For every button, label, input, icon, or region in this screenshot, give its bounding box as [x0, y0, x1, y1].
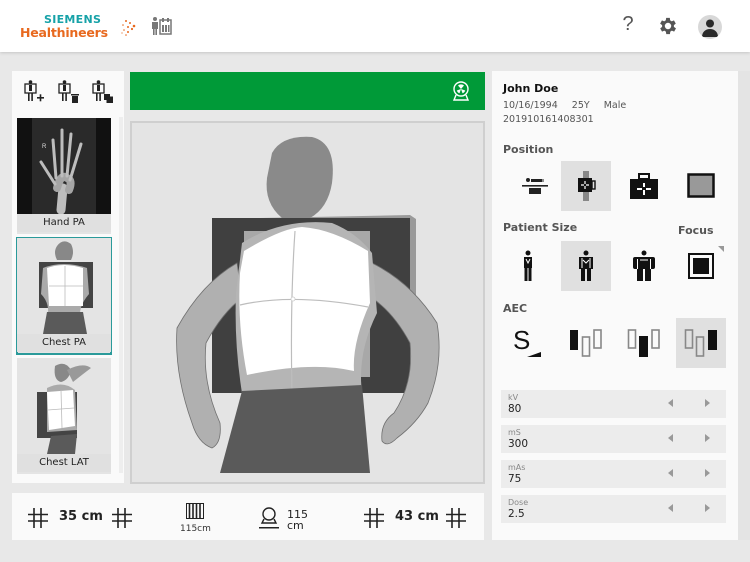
thumbnail-label: Chest LAT: [17, 454, 111, 472]
collimator-width-right-icon[interactable]: [112, 508, 132, 528]
patient-large-icon: [633, 250, 655, 281]
help-button[interactable]: ?: [618, 13, 638, 37]
positioning-viewer: [130, 121, 485, 484]
aec-center-chamber-icon: [627, 329, 660, 357]
aec-sensitivity-button[interactable]: S: [503, 318, 553, 368]
thumbnail-label: Hand PA: [17, 214, 111, 232]
grid-label: 115cm: [180, 524, 211, 534]
parameter-value: 2.5: [508, 508, 525, 520]
parameter-label: mAs: [508, 463, 526, 472]
decrease-mas-button[interactable]: [668, 469, 673, 477]
focus-heading: Focus: [678, 224, 714, 237]
patient-name: John Doe: [503, 82, 559, 95]
patient-age: 25Y: [571, 100, 590, 111]
wall-stand-position-icon: [578, 171, 596, 201]
aec-sensitivity-label: S: [513, 327, 530, 355]
user-avatar-icon: [702, 19, 718, 37]
aec-heading: AEC: [503, 302, 528, 315]
user-avatar-button[interactable]: [698, 15, 722, 39]
patient-small-icon: [524, 250, 532, 281]
sid-unit: cm: [287, 519, 304, 532]
exam-settings-panel: John Doe 10/16/1994 25Y Male 20191016140…: [492, 71, 738, 540]
brand-bottom: Healthineers: [20, 25, 108, 40]
aec-left-chamber-icon: [570, 329, 602, 357]
parameter-ms[interactable]: mS 300: [501, 425, 726, 453]
patient-id: 201910161408301: [503, 114, 594, 125]
delete-exam-icon[interactable]: [56, 79, 80, 105]
parameter-label: Dose: [508, 498, 529, 507]
position-portable-button[interactable]: [619, 161, 669, 211]
panel-scrollbar[interactable]: [738, 71, 750, 540]
decrease-kv-button[interactable]: [668, 399, 673, 407]
patient-size-medium-button[interactable]: [561, 241, 611, 291]
increase-kv-button[interactable]: [705, 399, 710, 407]
table-position-icon: [522, 178, 548, 194]
parameter-value: 75: [508, 473, 522, 485]
patient-size-small-button[interactable]: [503, 241, 553, 291]
center-crosshair: [290, 296, 296, 302]
siemens-healthineers-logo: SIEMENS Healthineers: [20, 13, 136, 41]
patient-exam-icon[interactable]: [150, 16, 172, 36]
collimator-height-right-icon[interactable]: [446, 508, 466, 528]
geometry-bar: 35 cm 115cm 115 cm 43 cm: [12, 493, 484, 540]
parameter-label: mS: [508, 428, 521, 437]
copy-exam-icon[interactable]: [90, 79, 114, 105]
parameter-mas[interactable]: mAs 75: [501, 460, 726, 488]
aec-center-chamber-button[interactable]: [619, 318, 669, 368]
collimation-height-value: 43 cm: [395, 509, 439, 524]
patient-info: 10/16/1994 25Y Male: [503, 100, 637, 111]
position-heading: Position: [503, 143, 554, 156]
parameter-kv[interactable]: kV 80: [501, 390, 726, 418]
aec-left-chamber-button[interactable]: [561, 318, 611, 368]
exam-tools: [12, 79, 124, 105]
sidebar-scrollbar[interactable]: [119, 117, 123, 473]
large-focus-icon: [688, 253, 714, 279]
patient-sex: Male: [603, 100, 627, 111]
hand-marker: R: [42, 144, 47, 150]
patient-medium-icon: [579, 250, 593, 281]
thumbnail-chest-pa[interactable]: Chest PA: [16, 237, 112, 355]
parameter-value: 300: [508, 438, 529, 450]
thumbnail-label: Chest PA: [17, 334, 111, 352]
collimation-width-value: 35 cm: [59, 509, 103, 524]
position-free-detector-button[interactable]: [676, 161, 726, 211]
free-detector-icon: [687, 173, 715, 198]
parameter-value: 80: [508, 403, 522, 415]
gear-icon[interactable]: [657, 15, 679, 37]
grid-icon[interactable]: [186, 503, 204, 519]
chest-pa-illustration: [17, 238, 111, 334]
parameter-label: kV: [508, 393, 519, 402]
position-table-button[interactable]: [510, 161, 560, 211]
focus-dropdown-indicator[interactable]: [718, 246, 724, 252]
hand-xray-image: R: [17, 118, 111, 214]
decrease-dose-button[interactable]: [668, 504, 673, 512]
position-wall-stand-button[interactable]: [561, 161, 611, 211]
increase-mas-button[interactable]: [705, 469, 710, 477]
brand-dots-icon: [121, 20, 136, 36]
sid-tube-icon[interactable]: [258, 506, 280, 530]
aec-right-chamber-button[interactable]: [676, 318, 726, 368]
patient-dob: 10/16/1994: [503, 100, 558, 111]
collimator-width-left-icon[interactable]: [28, 508, 48, 528]
aec-sensitivity-icon: S: [513, 327, 541, 357]
exposure-ready-bar: [130, 72, 485, 110]
increase-ms-button[interactable]: [705, 434, 710, 442]
sid-value: 115 cm: [287, 509, 308, 531]
parameter-dose[interactable]: Dose 2.5: [501, 495, 726, 523]
radiation-tube-icon[interactable]: [450, 80, 472, 102]
portable-detector-icon: [630, 173, 658, 199]
patient-size-heading: Patient Size: [503, 221, 578, 234]
thumbnail-hand-pa[interactable]: R Hand PA: [17, 118, 111, 234]
aec-right-chamber-icon: [684, 329, 717, 357]
chest-pa-positioning-illustration: [132, 123, 483, 482]
exam-sidebar: R Hand PA Chest PA Chest LAT: [12, 71, 124, 483]
chest-lat-illustration: [17, 358, 111, 454]
add-exam-icon[interactable]: [22, 79, 46, 105]
decrease-ms-button[interactable]: [668, 434, 673, 442]
top-bar: SIEMENS Healthineers ?: [0, 0, 750, 52]
collimator-height-left-icon[interactable]: [364, 508, 384, 528]
patient-size-large-button[interactable]: [619, 241, 669, 291]
thumbnail-chest-lat[interactable]: Chest LAT: [17, 358, 111, 474]
increase-dose-button[interactable]: [705, 504, 710, 512]
